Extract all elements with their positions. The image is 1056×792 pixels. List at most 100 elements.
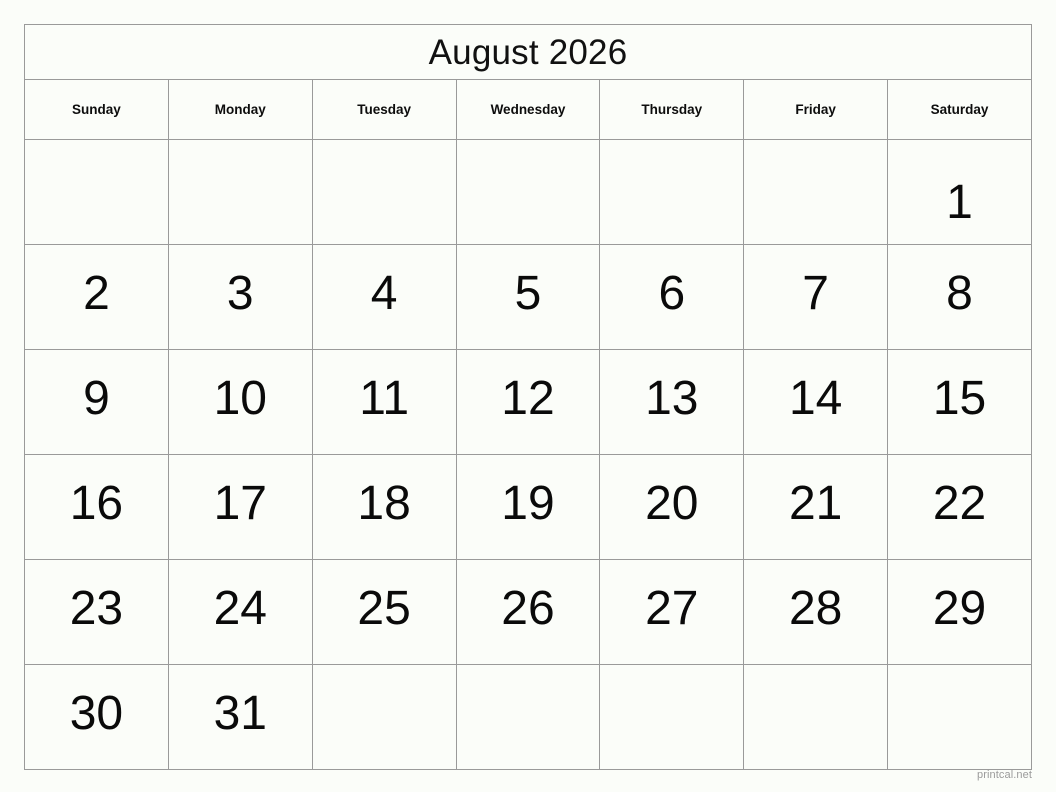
day-cell[interactable]: 22: [887, 454, 1032, 560]
weekday-header-friday: Friday: [743, 79, 889, 140]
day-number: 28: [788, 582, 843, 635]
day-cell[interactable]: 16: [24, 454, 169, 560]
weekday-header-thursday: Thursday: [599, 79, 745, 140]
weekday-label: Friday: [795, 101, 836, 117]
day-cell[interactable]: 10: [167, 349, 313, 455]
day-number: 3: [226, 267, 254, 320]
day-number: 6: [658, 267, 686, 320]
weekday-label: Tuesday: [357, 101, 411, 117]
weekday-label: Monday: [214, 101, 266, 117]
day-cell[interactable]: 28: [743, 559, 889, 665]
day-number: 29: [932, 582, 987, 635]
day-cell[interactable]: 11: [311, 349, 457, 455]
day-cell-empty[interactable]: [599, 664, 745, 770]
calendar-page: August 2026 Sunday Monday Tuesday Wednes…: [0, 0, 1056, 792]
day-cell[interactable]: 20: [599, 454, 745, 560]
weekday-label: Sunday: [72, 101, 121, 117]
day-number: 31: [213, 687, 267, 740]
calendar-week-row: 1: [24, 139, 1032, 245]
page-title: August 2026: [428, 32, 628, 72]
weekday-label: Thursday: [641, 101, 703, 117]
day-cell[interactable]: 5: [455, 244, 601, 350]
day-number: 10: [213, 372, 267, 425]
day-cell[interactable]: 9: [24, 349, 169, 455]
day-number: 30: [69, 687, 124, 740]
calendar-week-row: 2 3 4 5 6 7 8: [24, 244, 1032, 350]
weekday-header-wednesday: Wednesday: [455, 79, 601, 140]
day-cell[interactable]: 17: [167, 454, 313, 560]
calendar-week-row: 30 31: [24, 664, 1032, 770]
day-number: 8: [946, 267, 973, 320]
day-cell[interactable]: 23: [24, 559, 169, 665]
day-cell[interactable]: 6: [599, 244, 745, 350]
day-cell[interactable]: 31: [167, 664, 313, 770]
calendar-week-row: 9 10 11 12 13 14 15: [24, 349, 1032, 455]
calendar-week-row: 16 17 18 19 20 21 22: [24, 454, 1032, 560]
day-number: 4: [370, 267, 398, 320]
day-number: 18: [357, 477, 411, 530]
weekday-header-row: Sunday Monday Tuesday Wednesday Thursday…: [24, 79, 1032, 140]
day-cell-empty[interactable]: [311, 139, 457, 245]
day-number: 17: [213, 477, 267, 530]
calendar-title-cell: August 2026: [24, 24, 1032, 80]
weekday-label: Wednesday: [490, 101, 566, 117]
day-cell-empty[interactable]: [311, 664, 457, 770]
weekday-header-tuesday: Tuesday: [311, 79, 457, 140]
day-cell[interactable]: 15: [887, 349, 1032, 455]
day-cell[interactable]: 14: [743, 349, 889, 455]
watermark-label: printcal.net: [976, 769, 1032, 781]
day-cell-empty[interactable]: [24, 139, 169, 245]
day-number: 9: [83, 372, 110, 425]
day-number: 12: [501, 372, 555, 425]
day-cell[interactable]: 27: [599, 559, 745, 665]
day-number: 5: [514, 267, 542, 320]
day-number: 22: [932, 477, 987, 530]
day-number: 16: [69, 477, 124, 530]
day-cell[interactable]: 2: [24, 244, 169, 350]
day-cell-empty[interactable]: [743, 664, 889, 770]
day-number: 24: [213, 582, 267, 635]
day-number: 20: [645, 477, 699, 530]
day-cell[interactable]: 3: [167, 244, 313, 350]
day-cell-empty[interactable]: [455, 139, 601, 245]
calendar-title-row: August 2026: [24, 24, 1032, 80]
day-cell[interactable]: 12: [455, 349, 601, 455]
day-number: 14: [788, 372, 843, 425]
day-number: 26: [501, 582, 555, 635]
day-cell[interactable]: 24: [167, 559, 313, 665]
weekday-header-monday: Monday: [167, 79, 313, 140]
day-cell[interactable]: 18: [311, 454, 457, 560]
day-cell-empty[interactable]: [167, 139, 313, 245]
day-cell[interactable]: 26: [455, 559, 601, 665]
calendar-table: August 2026 Sunday Monday Tuesday Wednes…: [24, 24, 1032, 770]
day-cell-empty[interactable]: [455, 664, 601, 770]
day-cell-empty[interactable]: [887, 664, 1032, 770]
day-cell-empty[interactable]: [599, 139, 745, 245]
day-number: 25: [357, 582, 411, 635]
calendar-week-row: 23 24 25 26 27 28 29: [24, 559, 1032, 665]
day-number: 7: [802, 267, 829, 320]
day-number: 23: [69, 582, 124, 635]
day-cell[interactable]: 29: [887, 559, 1032, 665]
day-cell[interactable]: 7: [743, 244, 889, 350]
day-cell[interactable]: 4: [311, 244, 457, 350]
day-cell[interactable]: 1: [887, 139, 1032, 245]
weekday-header-sunday: Sunday: [24, 79, 169, 140]
day-number: 13: [645, 372, 699, 425]
day-number: 21: [788, 477, 843, 530]
day-cell-empty[interactable]: [743, 139, 889, 245]
weekday-label: Saturday: [930, 101, 989, 117]
day-cell[interactable]: 19: [455, 454, 601, 560]
day-number: 15: [932, 372, 987, 425]
day-number: 2: [83, 267, 110, 320]
day-cell[interactable]: 30: [24, 664, 169, 770]
day-cell[interactable]: 13: [599, 349, 745, 455]
day-number: 27: [645, 582, 699, 635]
day-number: 19: [501, 477, 555, 530]
day-number: 1: [946, 176, 973, 229]
day-cell[interactable]: 21: [743, 454, 889, 560]
weekday-header-saturday: Saturday: [887, 79, 1032, 140]
day-cell[interactable]: 25: [311, 559, 457, 665]
day-cell[interactable]: 8: [887, 244, 1032, 350]
day-number: 11: [359, 372, 410, 425]
